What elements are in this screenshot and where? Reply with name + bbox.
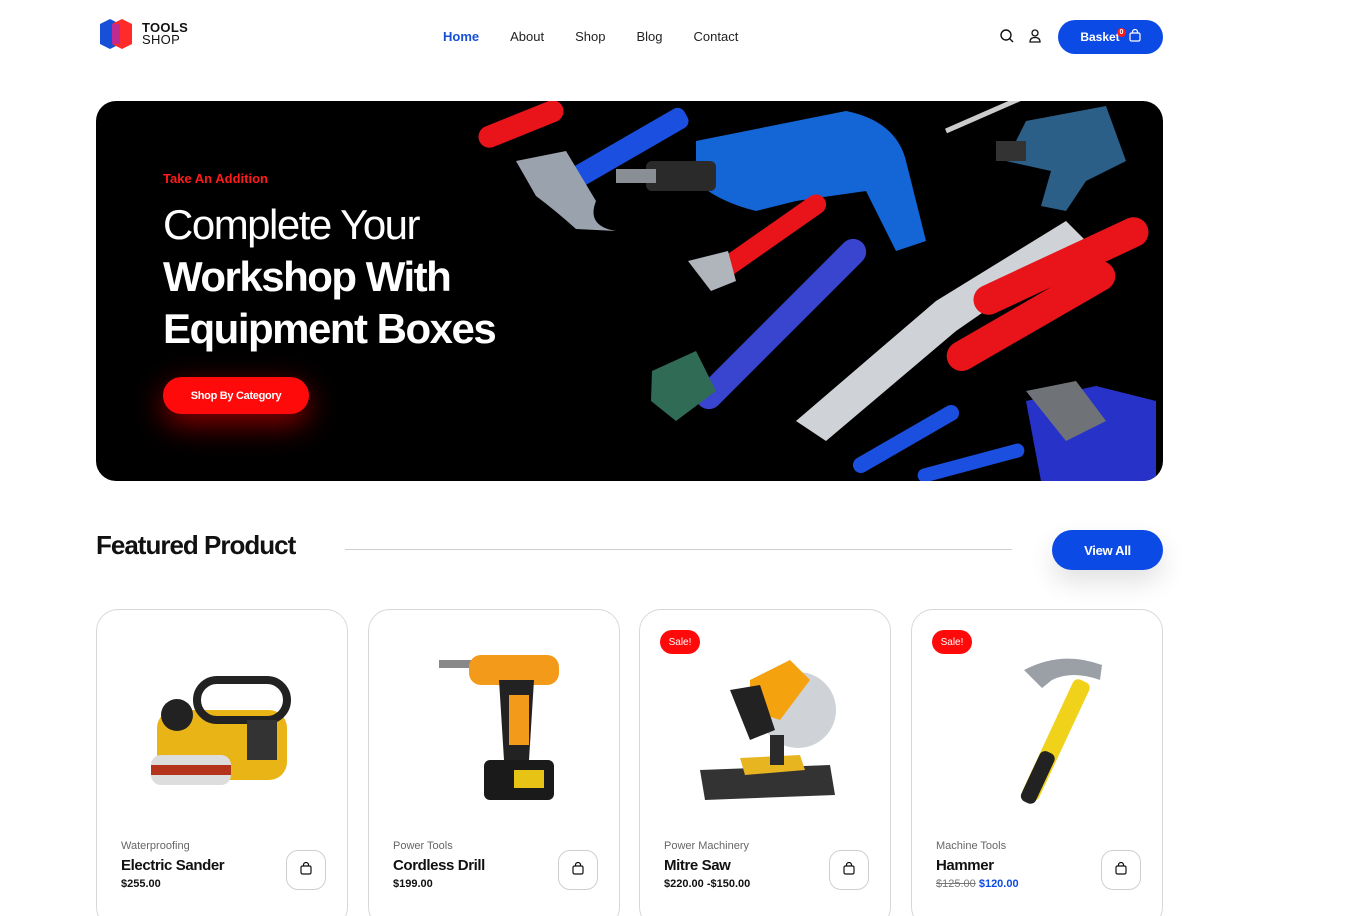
brand-line-2: SHOP: [142, 32, 181, 47]
product-name[interactable]: Cordless Drill: [393, 857, 485, 874]
add-to-cart-button[interactable]: [558, 850, 598, 890]
product-price: $255.00: [121, 878, 161, 890]
mitre-saw-image[interactable]: [680, 640, 852, 810]
product-category: Machine Tools: [936, 840, 1007, 852]
product-card[interactable]: Waterproofing Electric Sander $255.00: [96, 609, 348, 916]
product-card[interactable]: Sale! Machine Tools Hammer $125.00 $120.…: [911, 609, 1163, 916]
user-icon[interactable]: [1026, 27, 1044, 45]
hammer-image[interactable]: [952, 640, 1124, 810]
hero-banner: Take An Addition Complete Your Workshop …: [96, 101, 1163, 481]
product-name[interactable]: Electric Sander: [121, 857, 225, 874]
section-divider: [345, 549, 1012, 550]
basket-button[interactable]: Basket 0: [1058, 20, 1163, 54]
product-name[interactable]: Hammer: [936, 857, 994, 874]
view-all-button[interactable]: View All: [1052, 530, 1163, 570]
nav-about[interactable]: About: [510, 29, 544, 44]
product-price: $125.00 $120.00: [936, 878, 1019, 890]
product-card[interactable]: Sale! Power Machinery Mitre Saw $220.00 …: [639, 609, 891, 916]
add-to-cart-button[interactable]: [829, 850, 869, 890]
add-to-cart-button[interactable]: [286, 850, 326, 890]
product-category: Power Machinery: [664, 840, 749, 852]
bag-icon: [1129, 28, 1141, 45]
product-category: Power Tools: [393, 840, 453, 852]
product-category: Waterproofing: [121, 840, 190, 852]
hero-eyebrow: Take An Addition: [163, 171, 268, 186]
brand-logo[interactable]: TOOLS SHOP: [96, 18, 188, 50]
product-card[interactable]: Power Tools Cordless Drill $199.00: [368, 609, 620, 916]
logo-mark: [96, 18, 136, 50]
nav-shop[interactable]: Shop: [575, 29, 605, 44]
shop-by-category-button[interactable]: Shop By Category: [163, 377, 309, 414]
product-old-price: $125.00: [936, 878, 976, 890]
featured-section-title: Featured Product: [96, 530, 296, 560]
product-price: $199.00: [393, 878, 433, 890]
cordless-drill-image[interactable]: [409, 640, 581, 810]
site-header: TOOLS SHOP Home About Shop Blog Contact …: [0, 0, 1346, 72]
bag-icon: [1114, 861, 1128, 880]
nav-blog[interactable]: Blog: [636, 29, 662, 44]
electric-sander-image[interactable]: [137, 640, 309, 810]
bag-icon: [299, 861, 313, 880]
add-to-cart-button[interactable]: [1101, 850, 1141, 890]
nav-contact[interactable]: Contact: [694, 29, 739, 44]
product-price: $220.00 -$150.00: [664, 878, 751, 890]
product-name[interactable]: Mitre Saw: [664, 857, 731, 874]
search-icon[interactable]: [998, 27, 1016, 45]
basket-label: Basket: [1080, 30, 1120, 44]
nav-home[interactable]: Home: [443, 29, 479, 44]
bag-icon: [842, 861, 856, 880]
hero-tools-image: [466, 101, 1163, 481]
product-new-price: $120.00: [978, 878, 1019, 890]
main-nav: Home About Shop Blog Contact: [443, 29, 738, 44]
bag-icon: [571, 861, 585, 880]
basket-count-badge: 0: [1117, 28, 1126, 37]
